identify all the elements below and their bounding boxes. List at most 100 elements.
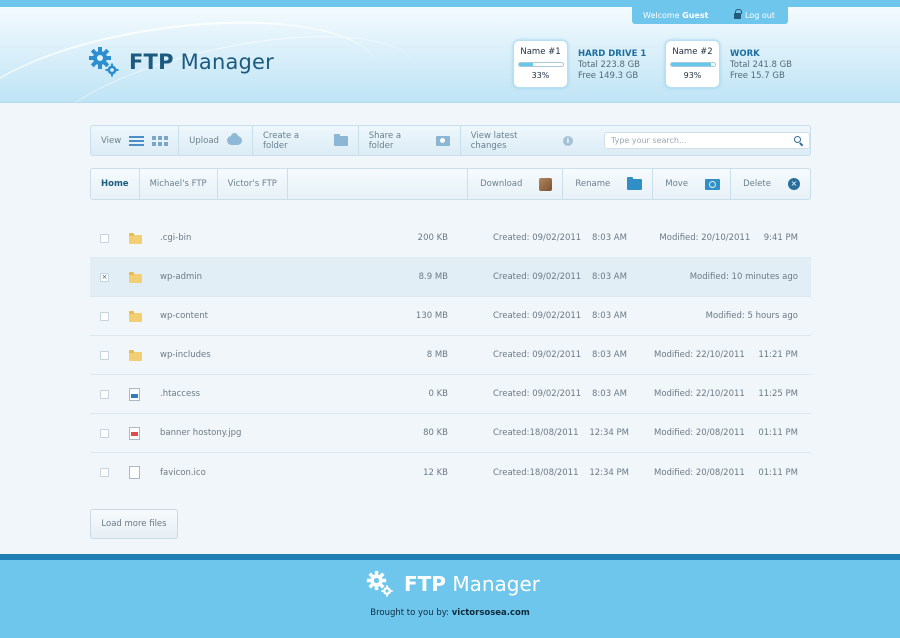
drive-gauge: Name #1 33%	[513, 40, 568, 88]
row-checkbox[interactable]	[100, 428, 109, 438]
nav-toolbar: Home Michael's FTP Victor's FTP Download…	[90, 168, 811, 200]
drive-total: Total 241.8 GB	[730, 60, 793, 70]
file-modified: Modified: 10 minutes ago	[689, 272, 798, 282]
move-button[interactable]: Move	[653, 169, 732, 199]
drive-free: Free 15.7 GB	[730, 71, 785, 81]
drive-info: WORK Total 241.8 GB Free 15.7 GB	[730, 49, 792, 89]
file-modified: Modified: 20/10/2011 9:41 PM	[659, 233, 798, 243]
file-size: 8 MB	[426, 350, 448, 360]
table-row[interactable]: .cgi-bin 200 KB Created: 09/02/2011 8:03…	[90, 219, 811, 258]
delete-button[interactable]: Delete ×	[731, 169, 810, 199]
usage-fill	[670, 63, 712, 66]
grid-view-icon[interactable]	[152, 135, 169, 146]
file-name[interactable]: wp-admin	[160, 272, 202, 282]
folder-icon	[129, 271, 142, 283]
footer-logo-text: FTP Manager	[404, 572, 540, 596]
row-checkbox[interactable]	[100, 233, 109, 243]
folder-add-icon	[333, 133, 348, 146]
drive-title: HARD DRIVE 1	[578, 49, 647, 59]
file-created: Created:18/08/2011 12:34 PM	[493, 428, 629, 438]
file-created: Created: 09/02/2011 8:03 AM	[493, 311, 627, 321]
cloud-upload-icon	[226, 133, 242, 145]
usage-fill	[518, 63, 534, 66]
usage-percent: 93%	[683, 71, 702, 80]
code-file-icon	[129, 387, 140, 401]
file-icon	[129, 466, 140, 479]
folder-icon	[129, 232, 142, 244]
file-created: Created: 09/02/2011 8:03 AM	[493, 389, 627, 399]
file-modified: Modified: 20/08/2011 01:11 PM	[653, 467, 798, 478]
file-name[interactable]: banner hostony.jpg	[160, 428, 241, 438]
drive-gauge: Name #2 93%	[665, 40, 720, 88]
file-created: Created: 09/02/2011 8:03 AM	[493, 272, 627, 282]
file-size: 80 KB	[423, 428, 448, 438]
image-file-icon	[129, 426, 140, 440]
drive-title: WORK	[730, 49, 760, 59]
footer: FTP Manager Brought to you by: victorsos…	[0, 560, 900, 638]
tab-home[interactable]: Home	[91, 169, 140, 199]
footer-logo[interactable]: FTP Manager	[366, 570, 540, 598]
drive-2[interactable]: Name #2 93% WORK Total 241.8 GB Free 15.…	[665, 40, 792, 89]
share-folder-button[interactable]: Share a folder	[359, 126, 461, 155]
gauge-name: Name #1	[520, 47, 561, 57]
view-label: View	[101, 135, 122, 146]
search-box	[603, 132, 810, 149]
drive-total: Total 223.8 GB	[578, 60, 641, 70]
gauge-name: Name #2	[672, 47, 713, 57]
folder-move-icon	[705, 178, 721, 190]
file-name[interactable]: wp-includes	[160, 350, 211, 360]
file-size: 8.9 MB	[418, 272, 448, 282]
row-checkbox[interactable]	[100, 350, 109, 360]
view-group: View	[91, 126, 180, 155]
upload-button[interactable]: Upload	[179, 126, 253, 155]
file-name[interactable]: .cgi-bin	[160, 233, 191, 243]
latest-changes-button[interactable]: View latest changes i	[461, 126, 583, 155]
file-name[interactable]: wp-content	[160, 311, 208, 321]
row-checkbox[interactable]	[100, 468, 109, 477]
file-size: 200 KB	[417, 233, 448, 243]
row-checkbox[interactable]	[100, 389, 109, 399]
drive-info: HARD DRIVE 1 Total 223.8 GB Free 149.3 G…	[578, 49, 646, 89]
logout-link[interactable]: Log out	[724, 9, 775, 20]
tab-michaels-ftp[interactable]: Michael's FTP	[140, 169, 218, 199]
file-name[interactable]: favicon.ico	[160, 468, 206, 478]
drive-1[interactable]: Name #1 33% HARD DRIVE 1 Total 223.8 GB …	[513, 40, 646, 89]
main-toolbar: View Upload Create a folder Share a fold…	[90, 125, 811, 156]
search-icon[interactable]	[793, 136, 803, 145]
folder-icon	[129, 349, 142, 361]
footer-credit: Brought to you by: victorsosea.com	[370, 608, 530, 618]
file-modified: Modified: 22/10/2011 11:21 PM	[653, 350, 798, 360]
table-row[interactable]: favicon.ico 12 KB Created:18/08/2011 12:…	[90, 453, 811, 492]
rename-button[interactable]: Rename	[563, 169, 654, 199]
box-icon	[539, 177, 553, 191]
table-row[interactable]: wp-includes 8 MB Created: 09/02/2011 8:0…	[90, 336, 811, 375]
row-checkbox[interactable]	[100, 311, 109, 321]
file-created: Created:18/08/2011 12:34 PM	[493, 467, 629, 478]
download-button[interactable]: Download	[468, 169, 564, 199]
row-checkbox[interactable]: ×	[100, 272, 109, 282]
table-row[interactable]: banner hostony.jpg 80 KB Created:18/08/2…	[90, 414, 811, 453]
list-view-icon[interactable]	[129, 135, 145, 146]
drive-free: Free 149.3 GB	[578, 71, 639, 81]
usage-bar	[669, 62, 716, 67]
file-modified: Modified: 5 hours ago	[705, 311, 798, 321]
folder-share-icon	[435, 135, 450, 146]
table-row[interactable]: × wp-admin 8.9 MB Created: 09/02/2011 8:…	[90, 258, 811, 297]
load-more-button[interactable]: Load more files	[90, 509, 178, 539]
file-created: Created: 09/02/2011 8:03 AM	[493, 233, 627, 243]
tab-victors-ftp[interactable]: Victor's FTP	[218, 169, 288, 199]
table-row[interactable]: wp-content 130 MB Created: 09/02/2011 8:…	[90, 297, 811, 336]
file-size: 0 KB	[428, 389, 448, 399]
create-folder-button[interactable]: Create a folder	[253, 126, 359, 155]
search-input[interactable]	[604, 136, 794, 145]
file-size: 130 MB	[415, 311, 448, 321]
folder-icon	[129, 310, 142, 322]
table-row[interactable]: .htaccess 0 KB Created: 09/02/2011 8:03 …	[90, 375, 811, 414]
file-name[interactable]: .htaccess	[160, 389, 200, 399]
folder-icon	[627, 176, 643, 190]
credit-link[interactable]: victorsosea.com	[452, 608, 530, 618]
file-modified: Modified: 22/10/2011 11:25 PM	[653, 389, 798, 399]
logo[interactable]: FTP Manager	[88, 46, 274, 78]
usage-bar	[517, 62, 564, 67]
toolbar-spacer	[288, 169, 469, 199]
